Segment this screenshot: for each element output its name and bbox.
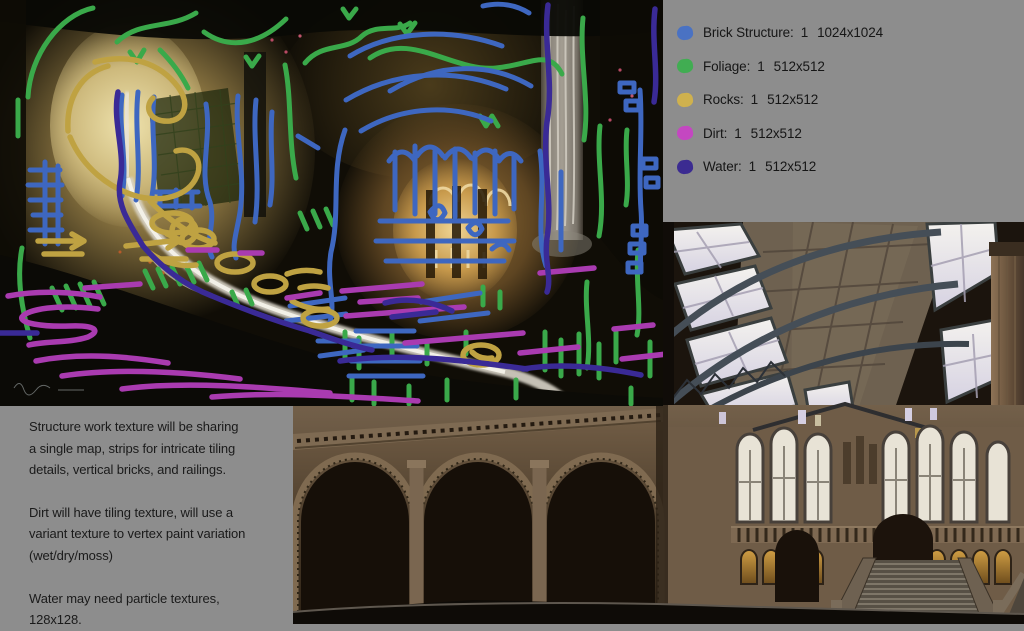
legend-count: 1 (800, 25, 809, 41)
legend-label: Foliage: (703, 58, 751, 74)
legend-size: 512x512 (767, 92, 819, 108)
concept-art-painting (0, 0, 663, 406)
legend-item-foliage: Foliage: 1 512x512 (663, 50, 1024, 84)
legend-size: 1024x1024 (817, 25, 884, 41)
dirt-swatch-icon (676, 125, 694, 142)
legend-label: Brick Structure: (703, 25, 794, 41)
legend-size: 512x512 (765, 159, 817, 175)
rocks-swatch-icon (676, 91, 694, 108)
legend-item-water: Water: 1 512x512 (663, 150, 1024, 184)
note-dirt-texture: Dirt will have tiling texture, will use … (29, 504, 246, 563)
legend-size: 512x512 (750, 125, 802, 141)
note-structure-texture: Structure work texture will be sharing a… (29, 419, 239, 478)
legend-count: 1 (757, 58, 765, 74)
legend-item-brick-structure: Brick Structure: 1 1024x1024 (663, 16, 1024, 50)
legend-label: Water: (703, 159, 742, 175)
legend-count: 1 (748, 159, 757, 175)
concept-art-annotated (0, 0, 663, 406)
legend-item-rocks: Rocks: 1 512x512 (663, 83, 1024, 117)
legend-count: 1 (734, 125, 742, 141)
water-swatch-icon (676, 158, 694, 175)
brick-structure-swatch-icon (676, 24, 694, 41)
legend-label: Dirt: (703, 125, 728, 141)
foliage-swatch-icon (676, 58, 694, 75)
note-water-texture: Water may need particle textures, 128x12… (29, 590, 220, 628)
legend-size: 512x512 (773, 58, 825, 74)
notes-panel: Structure work texture will be sharing a… (0, 406, 293, 627)
legend-item-dirt: Dirt: 1 512x512 (663, 117, 1024, 151)
legend-label: Rocks: (703, 92, 744, 108)
legend-count: 1 (750, 92, 759, 108)
texture-legend-panel: Brick Structure: 1 1024x1024 Foliage: 1 512x… (663, 0, 1024, 222)
